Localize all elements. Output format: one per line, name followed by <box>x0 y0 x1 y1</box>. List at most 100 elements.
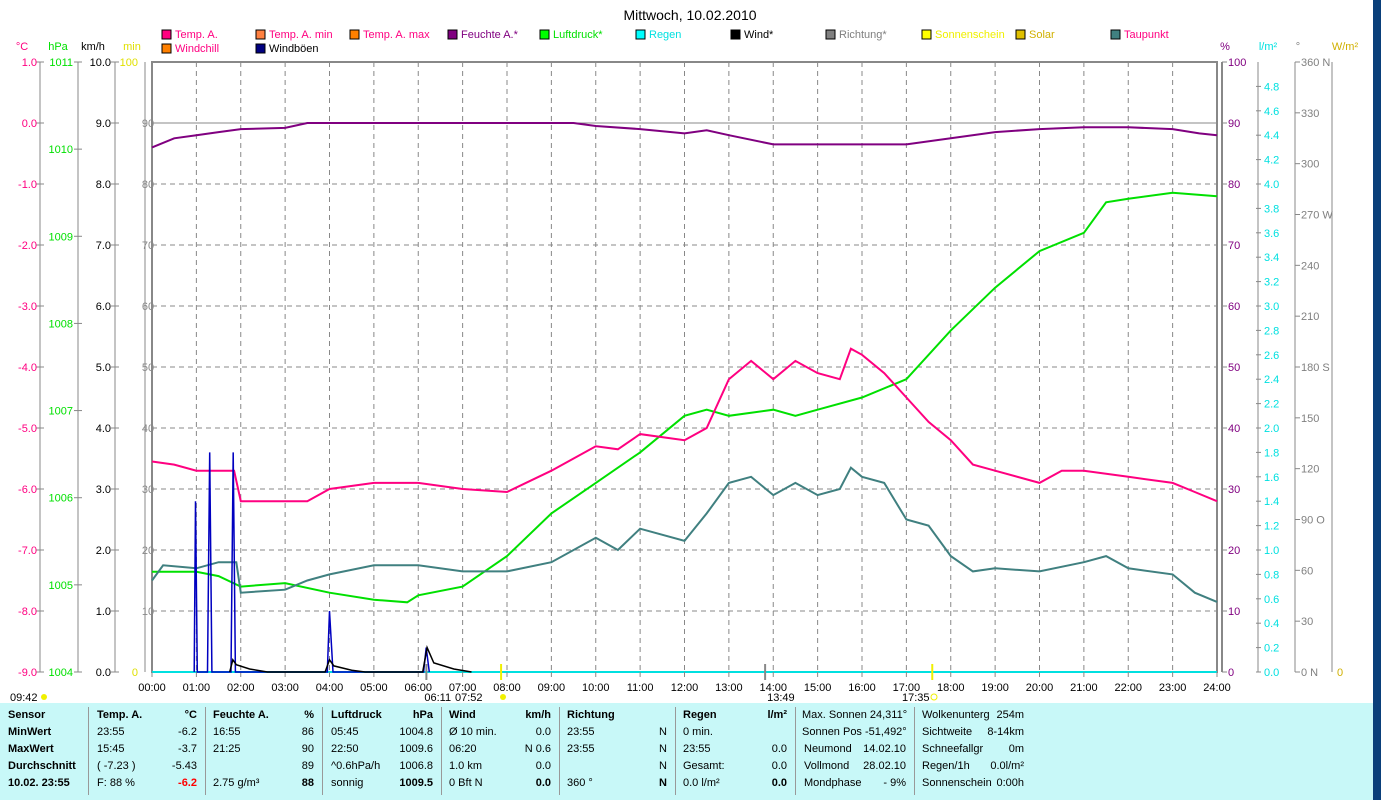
panel-value: 0.0 <box>771 743 787 755</box>
legend-label: Temp. A. <box>175 29 218 41</box>
humidity-tick-label: 50 <box>1228 362 1240 374</box>
chart-title: Mittwoch, 10.02.2010 <box>623 7 756 23</box>
rain-tick-label: 1.6 <box>1264 472 1279 484</box>
legend-swatch <box>161 29 172 40</box>
panel-column: Wind km/h Ø 10 min. 0.0 06:20 N 0.6 1.0 km 0.0 0… <box>441 707 560 795</box>
sunset-time: 17:35 <box>902 692 930 703</box>
panel-row: Regen/1h 0.0l/m² <box>914 758 1032 775</box>
panel-row: 16:55 86 <box>205 724 322 741</box>
sun-tick-label: 10 <box>142 606 154 618</box>
panel-label: 0 Bft N <box>449 777 483 789</box>
legend-label: Temp. A. max <box>363 29 430 41</box>
panel-value: 254m <box>996 709 1024 721</box>
wind-unit-label: km/h <box>81 41 105 53</box>
direction-tick-label: 300 <box>1301 159 1319 171</box>
panel-label: F: 88 % <box>97 777 135 789</box>
panel-value: 1009.5 <box>399 777 433 789</box>
x-tick-label: 16:00 <box>848 682 876 694</box>
panel-column: Richtung 23:55 N 23:55 N N 360 ° N <box>559 707 676 795</box>
sun-tick-label: 90 <box>142 118 154 130</box>
direction-tick-label: 60 <box>1301 565 1313 577</box>
panel-value: -5.43 <box>171 760 197 772</box>
panel-label: MinWert <box>8 726 52 738</box>
temp-tick-label: -6.0 <box>18 484 37 496</box>
x-tick-label: 02:00 <box>227 682 255 694</box>
panel-column: Max. Sonnen 24,311° Sonnen Pos -51,492° Ne… <box>796 707 915 795</box>
panel-label: Schneefallgr <box>922 743 984 755</box>
panel-row: ( -7.23 ) -5.43 <box>89 758 205 775</box>
pressure-tick-label: 1009 <box>49 231 73 243</box>
series-wind <box>228 645 472 673</box>
panel-value: % <box>304 709 314 721</box>
pressure-tick-label: 1011 <box>49 57 73 69</box>
solar-tick-label: 0 <box>1337 667 1343 679</box>
x-tick-label: 23:00 <box>1159 682 1187 694</box>
wind-tick-label: 9.0 <box>96 118 111 130</box>
panel-row: 23:55 0.0 <box>675 741 795 758</box>
panel-row: 0 min. <box>675 724 795 741</box>
panel-label: 0 min. <box>683 726 713 738</box>
panel-label: Regen <box>683 709 717 721</box>
panel-row: Wind km/h <box>441 707 559 724</box>
rain-tick-label: 1.0 <box>1264 545 1279 557</box>
panel-value: -6.2 <box>178 726 197 738</box>
panel-row: 0 Bft N 0.0 <box>441 775 559 792</box>
panel-label: 06:20 <box>449 743 477 755</box>
panel-row: 05:45 1004.8 <box>323 724 441 741</box>
legend-label: Solar <box>1029 29 1055 41</box>
panel-row: 23:55 N <box>559 724 675 741</box>
panel-label: Neumond <box>804 743 852 755</box>
panel-value: °C <box>184 709 197 721</box>
panel-value: 0.0 <box>771 760 787 772</box>
panel-value: - 9% <box>883 777 906 789</box>
panel-label: 0.0 l/m² <box>683 777 720 789</box>
x-tick-label: 09:00 <box>538 682 566 694</box>
direction-tick-label: 180 S <box>1301 362 1330 374</box>
sun-tick-label: 20 <box>142 545 154 557</box>
pressure-tick-label: 1005 <box>49 580 73 592</box>
panel-row: Mondphase - 9% <box>796 775 914 792</box>
pressure-unit-label: hPa <box>48 41 68 53</box>
direction-tick-label: 90 O <box>1301 515 1325 527</box>
direction-tick-label: 30 <box>1301 616 1313 628</box>
window-edge <box>1373 0 1381 800</box>
panel-label: 22:50 <box>331 743 359 755</box>
panel-label: 2.75 g/m³ <box>213 777 260 789</box>
wind-tick-label: 6.0 <box>96 301 111 313</box>
temp-tick-label: -8.0 <box>18 606 37 618</box>
humidity-tick-label: 100 <box>1228 57 1246 69</box>
sun-tick-label: 100 <box>120 57 138 69</box>
panel-label: 1.0 km <box>449 760 483 772</box>
direction-tick-label: 0 N <box>1301 667 1318 679</box>
panel-value: 0.0 <box>535 777 551 789</box>
sun-icon <box>500 694 506 700</box>
panel-row: Feuchte A.% <box>205 707 322 724</box>
panel-value: 0:00h <box>996 777 1024 789</box>
humidity-tick-label: 30 <box>1228 484 1240 496</box>
rain-unit-label: l/m² <box>1259 41 1278 53</box>
rain-tick-label: 3.6 <box>1264 228 1279 240</box>
panel-label: ^0.6hPa/h <box>331 760 381 772</box>
panel-label: Mondphase <box>804 777 862 789</box>
x-tick-label: 13:00 <box>715 682 743 694</box>
panel-row: Schneefallgr 0m <box>914 741 1032 758</box>
panel-label: Temp. A. <box>97 709 143 721</box>
x-tick-label: 11:00 <box>627 682 654 694</box>
panel-row: Sonnenschein 0:00h <box>914 775 1032 792</box>
rain-tick-label: 2.2 <box>1264 399 1279 411</box>
panel-row: sonnig 1009.5 <box>323 775 441 792</box>
x-tick-label: 01:00 <box>183 682 211 694</box>
sun-tick-label: 40 <box>142 423 154 435</box>
temp-tick-label: 0.0 <box>22 118 37 130</box>
temp-tick-label: -5.0 <box>18 423 37 435</box>
pressure-tick-label: 1007 <box>49 406 73 418</box>
panel-row: Sensor <box>0 707 88 724</box>
rain-tick-label: 3.4 <box>1264 252 1279 264</box>
x-tick-label: 10:00 <box>582 682 610 694</box>
panel-label: Regen/1h <box>922 760 970 772</box>
panel-label: 15:45 <box>97 743 125 755</box>
sun-tick-label: 80 <box>142 179 154 191</box>
sun-tick-label: 30 <box>142 484 154 496</box>
temp-tick-label: 1.0 <box>22 57 37 69</box>
rain-tick-label: 2.6 <box>1264 350 1279 362</box>
